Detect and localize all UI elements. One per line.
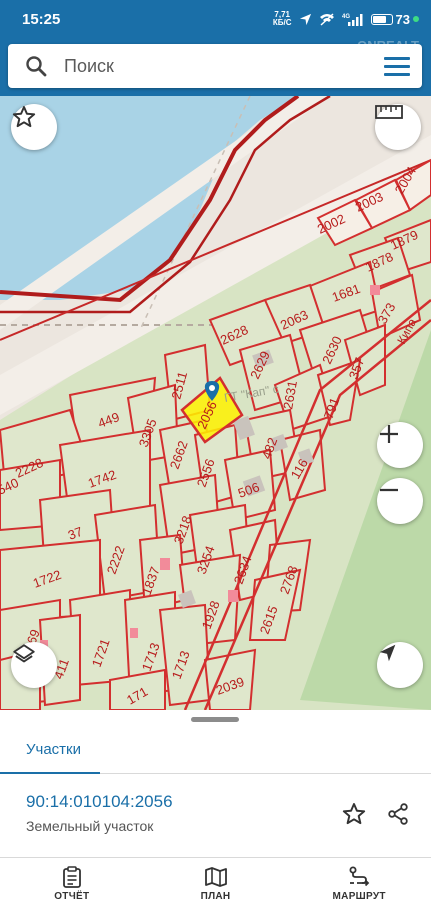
- share-button[interactable]: [380, 796, 416, 832]
- nav-route-label: МАРШРУТ: [332, 891, 386, 902]
- nav-route[interactable]: МАРШРУТ: [287, 858, 431, 910]
- search-input[interactable]: Поиск: [64, 56, 372, 77]
- menu-icon-line: [384, 72, 410, 76]
- parcel-type-label: Земельный участок: [26, 818, 154, 834]
- cadastral-map[interactable]: 2002 2003 2004 1879 1878 1681 2063 373 2628 2630 2…: [0, 96, 431, 710]
- location-arrow-icon: [379, 644, 396, 662]
- app-header: ONREALT Поиск: [0, 38, 431, 96]
- parcel-sheet: Участки 90:14:010104:2056 Земельный учас…: [0, 710, 431, 858]
- sheet-tabs: Участки: [0, 724, 431, 774]
- battery-indicator: 73: [370, 11, 419, 27]
- star-icon: [342, 803, 366, 825]
- app-screen: 15:25 7,71 КБ/С 4G 73 ONREALT: [0, 0, 431, 910]
- status-icons: 7,71 КБ/С 4G 73: [273, 11, 419, 27]
- search-bar[interactable]: Поиск: [8, 44, 422, 88]
- svg-text:4G: 4G: [342, 14, 350, 20]
- location-status-icon: [299, 13, 311, 25]
- menu-icon-line: [384, 64, 410, 68]
- menu-button[interactable]: [372, 44, 422, 88]
- my-location-button[interactable]: [377, 642, 423, 688]
- bottom-navigation: ОТЧЁТ ПЛАН МАРШРУТ: [0, 858, 431, 910]
- ruler-button[interactable]: [375, 104, 421, 150]
- network-speed: 7,71 КБ/С: [272, 10, 292, 27]
- charging-dot: [413, 16, 419, 22]
- battery-icon: [370, 13, 393, 25]
- parcel-list-item[interactable]: 90:14:010104:2056 Земельный участок: [0, 774, 431, 858]
- nav-report[interactable]: ОТЧЁТ: [0, 858, 144, 910]
- menu-icon-line: [384, 56, 410, 60]
- zoom-out-button[interactable]: [377, 478, 423, 524]
- route-icon: [349, 866, 370, 887]
- zoom-in-button[interactable]: [377, 422, 423, 468]
- status-bar: 15:25 7,71 КБ/С 4G 73: [0, 0, 431, 38]
- sheet-grabber[interactable]: [191, 717, 239, 722]
- tab-parcels[interactable]: Участки: [26, 724, 81, 774]
- nav-plan[interactable]: ПЛАН: [144, 858, 288, 910]
- favorite-button[interactable]: [11, 104, 57, 150]
- wifi-off-icon: [319, 12, 334, 26]
- battery-percent: 73: [395, 11, 410, 27]
- map-canvas[interactable]: 2002200320041879187816812063 3732628 26302…: [0, 96, 431, 710]
- parcel-cadastral-number[interactable]: 90:14:010104:2056: [26, 792, 173, 812]
- nav-plan-label: ПЛАН: [200, 891, 231, 902]
- star-icon: [12, 106, 36, 128]
- clock: 15:25: [22, 10, 61, 28]
- layers-icon: [13, 644, 35, 663]
- minus-icon: [380, 488, 398, 492]
- report-icon: [62, 866, 81, 888]
- map-icon: [204, 867, 227, 887]
- signal-icon: 4G: [342, 13, 363, 26]
- search-icon[interactable]: [8, 44, 64, 88]
- favorite-parcel-button[interactable]: [336, 796, 372, 832]
- nav-report-label: ОТЧЁТ: [54, 891, 90, 902]
- layers-button[interactable]: [11, 642, 57, 688]
- ruler-icon: [375, 105, 403, 119]
- share-icon: [388, 803, 408, 825]
- plus-icon: [380, 425, 398, 443]
